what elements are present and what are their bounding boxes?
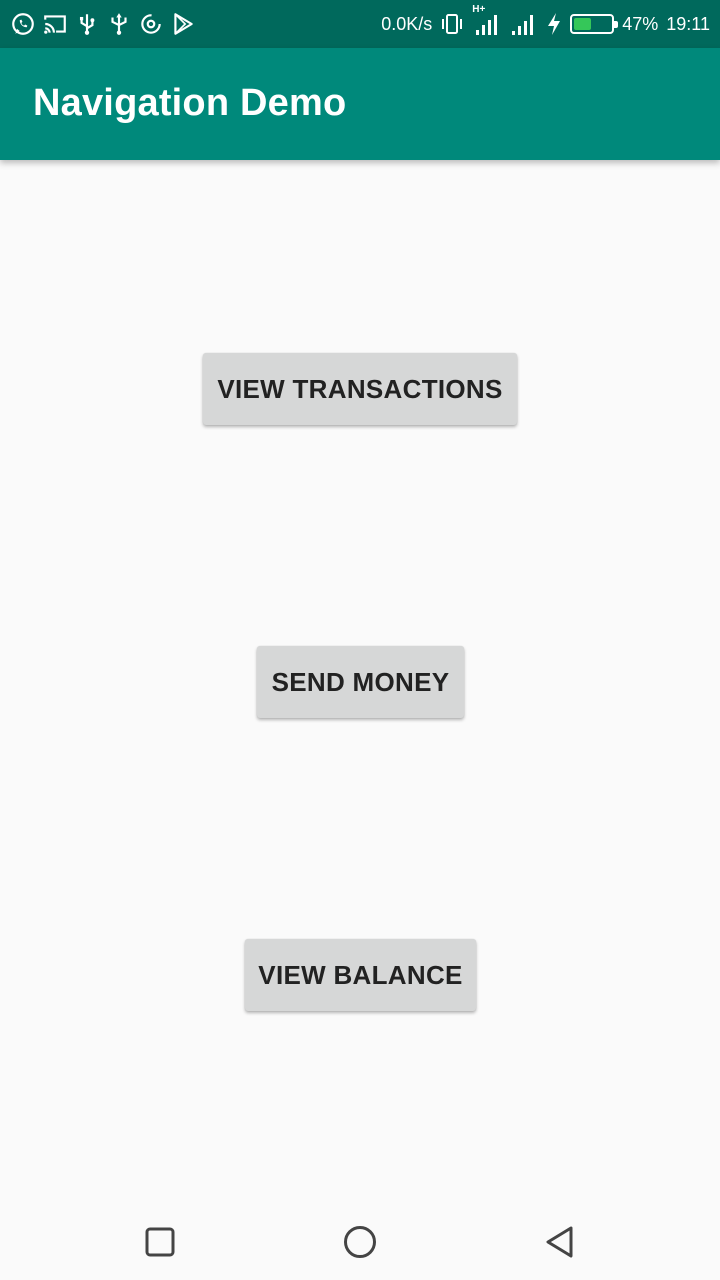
- home-icon[interactable]: [340, 1222, 380, 1262]
- sync-icon: [141, 14, 161, 34]
- back-icon[interactable]: [540, 1222, 580, 1262]
- recent-apps-icon[interactable]: [140, 1222, 180, 1262]
- usb-icon: [111, 13, 127, 35]
- mobile-signal: H+: [472, 4, 502, 38]
- signal-icon: [476, 15, 498, 35]
- whatsapp-icon: [12, 13, 34, 35]
- view-balance-button[interactable]: VIEW BALANCE: [245, 939, 476, 1011]
- battery-level: [574, 18, 592, 30]
- status-bar: 0.0K/s H+ 47% 19:11: [0, 0, 720, 48]
- view-transactions-button[interactable]: VIEW TRANSACTIONS: [203, 353, 517, 425]
- battery-icon: [570, 14, 619, 34]
- usb-icon: [79, 14, 95, 35]
- clock: 19:11: [666, 13, 710, 34]
- cast-icon: [44, 15, 66, 34]
- battery-percent: 47%: [622, 13, 659, 34]
- vibrate-icon: [442, 14, 463, 34]
- system-navigation-bar: [0, 1200, 720, 1280]
- signal-icon: [512, 15, 534, 35]
- play-store-icon: [174, 13, 193, 35]
- send-money-button[interactable]: SEND MONEY: [257, 646, 464, 718]
- net-speed: 0.0K/s: [381, 13, 433, 34]
- status-indicators: 0.0K/s H+ 47% 19:11: [381, 4, 710, 38]
- app-bar: Navigation Demo: [0, 48, 720, 160]
- app-title: Navigation Demo: [33, 82, 347, 124]
- notification-icons: [10, 10, 196, 38]
- charging-icon: [548, 13, 561, 35]
